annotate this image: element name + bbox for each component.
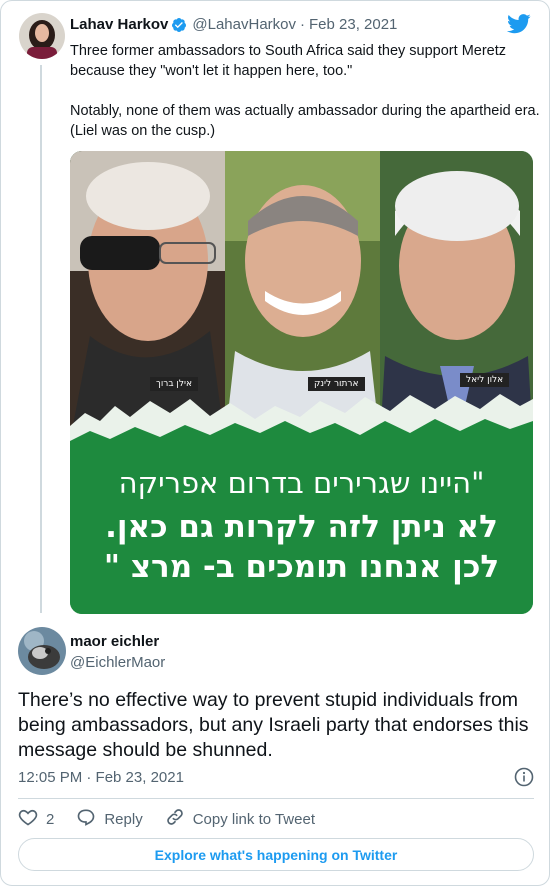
- quoted-author-handle[interactable]: @LahavHarkov: [192, 16, 296, 33]
- heart-icon: [18, 807, 46, 831]
- copy-link-label: Copy link to Tweet: [192, 810, 315, 828]
- info-icon[interactable]: [514, 767, 534, 787]
- author-name[interactable]: maor eichler: [70, 632, 165, 651]
- tweet-timestamp[interactable]: 12:05 PM · Feb 23, 2021: [18, 769, 184, 786]
- tweet-actions: 2 Reply Copy link to Tweet: [18, 807, 337, 831]
- media-headline-line-3: לכן אנחנו תומכים ב- מרצ ": [103, 549, 500, 585]
- quoted-author-name[interactable]: Lahav Harkov: [70, 16, 168, 33]
- quoted-tweet-text: Three former ambassadors to South Africa…: [70, 41, 540, 141]
- tweet-embed-card: Lahav Harkov @LahavHarkov · Feb 23, 2021…: [0, 0, 550, 886]
- quoted-tweet-header: Lahav Harkov @LahavHarkov · Feb 23, 2021: [70, 16, 397, 33]
- author-avatar[interactable]: [18, 627, 66, 675]
- media-headline-line-2: לא ניתן לזה לקרות גם כאן.: [105, 509, 498, 545]
- verified-badge-icon: [171, 17, 187, 33]
- header-separator: ·: [300, 16, 305, 33]
- quoted-author-avatar[interactable]: [19, 13, 65, 59]
- thread-connector: [40, 65, 42, 613]
- quoted-tweet-date[interactable]: Feb 23, 2021: [309, 16, 397, 33]
- copy-link-button[interactable]: Copy link to Tweet: [165, 807, 315, 831]
- media-headline-line-1: "היינו שגרירים בדרום אפריקה: [118, 466, 485, 500]
- reply-button[interactable]: Reply: [76, 807, 143, 831]
- link-icon: [165, 807, 193, 831]
- quoted-tweet-media[interactable]: אילן ברוך ארתור לינק אלון ליאל "היינו שג…: [70, 151, 533, 614]
- like-count: 2: [46, 810, 55, 828]
- media-name-tag-right: אלון ליאל: [460, 373, 510, 387]
- like-button[interactable]: 2: [18, 807, 54, 831]
- divider: [18, 798, 534, 799]
- explore-twitter-button[interactable]: Explore what's happening on Twitter: [18, 838, 534, 871]
- media-name-tag-middle: ארתור לינק: [308, 377, 365, 391]
- tweet-author-block: maor eichler @EichlerMaor: [70, 632, 165, 673]
- tweet-text: There’s no effective way to prevent stup…: [18, 689, 529, 761]
- tweet-meta-row: 12:05 PM · Feb 23, 2021: [18, 767, 534, 787]
- quoted-text-paragraph-2: Notably, none of them was actually ambas…: [70, 103, 540, 139]
- reply-icon: [76, 807, 104, 831]
- reply-label: Reply: [104, 810, 143, 828]
- quoted-text-paragraph-1: Three former ambassadors to South Africa…: [70, 43, 507, 79]
- twitter-bird-icon[interactable]: [507, 14, 531, 39]
- media-name-tag-left: אילן ברוך: [150, 377, 199, 391]
- author-handle[interactable]: @EichlerMaor: [70, 653, 165, 673]
